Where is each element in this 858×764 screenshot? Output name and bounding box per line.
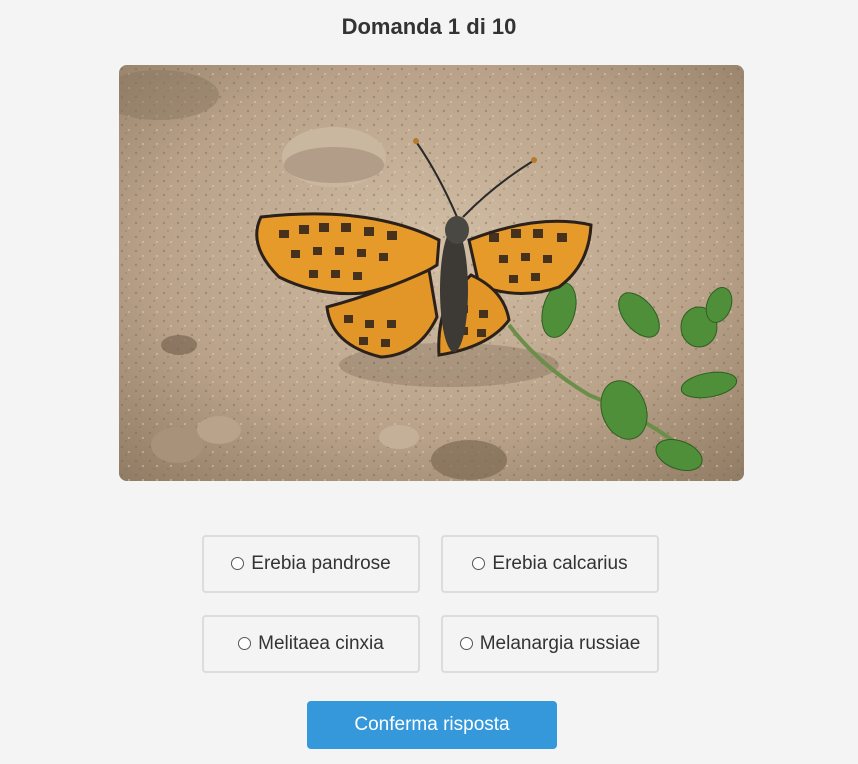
question-counter: Domanda 1 di 10 xyxy=(341,14,517,39)
answer-option-label: Erebia calcarius xyxy=(492,553,628,574)
answer-option-4[interactable]: Melanargia russiae xyxy=(441,615,659,673)
answer-option-3[interactable]: Melitaea cinxia xyxy=(202,615,420,673)
butterfly-photo xyxy=(119,65,744,481)
answer-option-label: Melanargia russiae xyxy=(479,633,641,654)
radio-button[interactable] xyxy=(472,556,486,570)
answer-option-label: Erebia pandrose xyxy=(251,553,391,574)
answer-option-2[interactable]: Erebia calcarius xyxy=(441,535,659,593)
radio-button[interactable] xyxy=(459,636,473,650)
confirm-answer-button[interactable]: Conferma risposta xyxy=(307,701,557,749)
answer-option-1[interactable]: Erebia pandrose xyxy=(202,535,420,593)
quiz-page: Domanda 1 di 10 Erebia pandrose Erebia c… xyxy=(0,0,858,764)
radio-button[interactable] xyxy=(238,636,252,650)
answer-option-label: Melitaea cinxia xyxy=(258,633,384,654)
radio-button[interactable] xyxy=(231,556,245,570)
